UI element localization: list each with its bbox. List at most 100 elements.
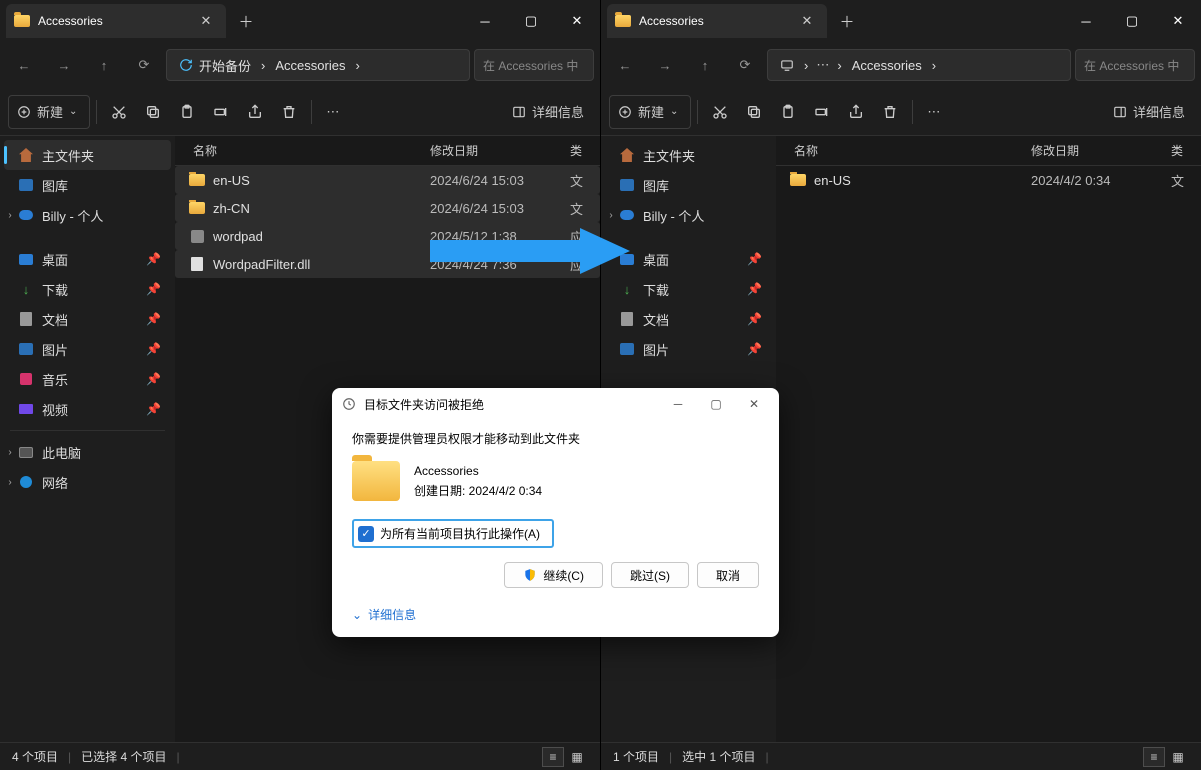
back-button[interactable]: ←	[6, 47, 42, 83]
table-row[interactable]: zh-CN 2024/6/24 15:03 文	[175, 194, 600, 222]
breadcrumb-backup[interactable]: 开始备份	[173, 54, 257, 77]
pc-icon	[18, 444, 34, 460]
up-button[interactable]: ↑	[687, 47, 723, 83]
forward-button[interactable]: →	[46, 47, 82, 83]
breadcrumb-pc[interactable]	[774, 57, 800, 73]
sidebar-item-home[interactable]: 主文件夹	[4, 140, 171, 170]
sidebar-item-onedrive[interactable]: ›Billy - 个人	[4, 200, 171, 230]
new-tab-button[interactable]: ＋	[837, 11, 857, 31]
file-name: wordpad	[213, 229, 263, 244]
maximize-button[interactable]: ▢	[508, 5, 554, 37]
view-grid-button[interactable]: ▦	[1167, 747, 1189, 767]
dialog-target: Accessories 创建日期: 2024/4/2 0:34	[352, 461, 759, 501]
table-row[interactable]: en-US 2024/6/24 15:03 文	[175, 166, 600, 194]
apply-all-label: 为所有当前项目执行此操作(A)	[380, 525, 540, 542]
col-type[interactable]: 类	[570, 142, 600, 159]
col-date[interactable]: 修改日期	[1031, 142, 1171, 159]
refresh-button[interactable]: ⟳	[126, 47, 162, 83]
back-button[interactable]: ←	[607, 47, 643, 83]
window-tab[interactable]: Accessories ✕	[607, 4, 827, 38]
expand-icon[interactable]: ›	[4, 477, 16, 488]
sidebar-item-onedrive[interactable]: ›Billy - 个人	[605, 200, 772, 230]
sidebar-item-home[interactable]: 主文件夹	[605, 140, 772, 170]
sidebar-item-documents[interactable]: 文档📌	[4, 304, 171, 334]
sidebar-item-network[interactable]: ›网络	[4, 467, 171, 497]
search-input[interactable]: 在 Accessories 中	[474, 49, 594, 81]
sidebar-item-desktop[interactable]: 桌面📌	[605, 244, 772, 274]
cut-button[interactable]	[103, 95, 135, 129]
share-button[interactable]	[239, 95, 271, 129]
close-button[interactable]: ✕	[554, 5, 600, 37]
table-row[interactable]: en-US 2024/4/2 0:34 文	[776, 166, 1201, 194]
sidebar-item-documents[interactable]: 文档📌	[605, 304, 772, 334]
view-grid-button[interactable]: ▦	[566, 747, 588, 767]
col-name[interactable]: 名称	[776, 142, 1031, 159]
view-details-button[interactable]: ≡	[542, 747, 564, 767]
sidebar-item-downloads[interactable]: ↓下载📌	[4, 274, 171, 304]
window-tab[interactable]: Accessories ✕	[6, 4, 226, 38]
copy-button[interactable]	[738, 95, 770, 129]
expand-icon[interactable]: ›	[4, 447, 16, 458]
new-tab-button[interactable]: ＋	[236, 11, 256, 31]
sidebar-item-desktop[interactable]: 桌面📌	[4, 244, 171, 274]
new-button[interactable]: 新建 ⌄	[609, 95, 691, 129]
sidebar-item-music[interactable]: 音乐📌	[4, 364, 171, 394]
col-name[interactable]: 名称	[175, 142, 430, 159]
up-button[interactable]: ↑	[86, 47, 122, 83]
breadcrumb-folder[interactable]: Accessories	[846, 56, 928, 75]
minimize-button[interactable]: ─	[462, 5, 508, 37]
rename-button[interactable]	[806, 95, 838, 129]
paste-button[interactable]	[772, 95, 804, 129]
table-row[interactable]: wordpad 2024/5/12 1:38 应	[175, 222, 600, 250]
sidebar-item-videos[interactable]: 视频📌	[4, 394, 171, 424]
close-tab-button[interactable]: ✕	[797, 11, 817, 31]
share-button[interactable]	[840, 95, 872, 129]
apply-all-checkbox[interactable]: ✓ 为所有当前项目执行此操作(A)	[352, 519, 554, 548]
breadcrumb[interactable]: › ⋯ › Accessories ›	[767, 49, 1071, 81]
col-type[interactable]: 类	[1171, 142, 1201, 159]
continue-button[interactable]: 继续(C)	[504, 562, 603, 588]
minimize-button[interactable]: ─	[1063, 5, 1109, 37]
cut-button[interactable]	[704, 95, 736, 129]
breadcrumb[interactable]: 开始备份 › Accessories ›	[166, 49, 470, 81]
target-date: 创建日期: 2024/4/2 0:34	[414, 482, 542, 499]
more-details-toggle[interactable]: ⌄ 详细信息	[352, 606, 759, 623]
breadcrumb-folder[interactable]: Accessories	[269, 56, 351, 75]
sidebar-item-pictures[interactable]: 图片📌	[4, 334, 171, 364]
refresh-button[interactable]: ⟳	[727, 47, 763, 83]
cancel-button[interactable]: 取消	[697, 562, 759, 588]
sidebar-item-pc[interactable]: › 此电脑	[4, 437, 171, 467]
details-pane-button[interactable]: 详细信息	[1105, 95, 1193, 129]
forward-button[interactable]: →	[647, 47, 683, 83]
sidebar-item-label: 此电脑	[42, 443, 81, 462]
continue-label: 继续(C)	[543, 567, 584, 584]
new-button[interactable]: 新建 ⌄	[8, 95, 90, 129]
close-button[interactable]: ✕	[1155, 5, 1201, 37]
more-button[interactable]: ⋯	[919, 95, 948, 129]
details-pane-button[interactable]: 详细信息	[504, 95, 592, 129]
copy-button[interactable]	[137, 95, 169, 129]
maximize-button[interactable]: ▢	[1109, 5, 1155, 37]
sidebar-item-downloads[interactable]: ↓下载📌	[605, 274, 772, 304]
sidebar-item-gallery[interactable]: 图库	[4, 170, 171, 200]
col-date[interactable]: 修改日期	[430, 142, 570, 159]
close-tab-button[interactable]: ✕	[196, 11, 216, 31]
delete-button[interactable]	[273, 95, 305, 129]
rename-button[interactable]	[205, 95, 237, 129]
breadcrumb-label: Accessories	[852, 58, 922, 73]
sidebar-item-pictures[interactable]: 图片📌	[605, 334, 772, 364]
paste-button[interactable]	[171, 95, 203, 129]
delete-button[interactable]	[874, 95, 906, 129]
more-button[interactable]: ⋯	[318, 95, 347, 129]
dialog-close-button[interactable]: ✕	[739, 392, 769, 416]
table-row[interactable]: WordpadFilter.dll 2024/4/24 7:36 应	[175, 250, 600, 278]
sidebar-item-gallery[interactable]: 图库	[605, 170, 772, 200]
dialog-maximize-button[interactable]: ▢	[701, 392, 731, 416]
search-input[interactable]: 在 Accessories 中	[1075, 49, 1195, 81]
expand-icon[interactable]: ›	[605, 210, 617, 221]
skip-button[interactable]: 跳过(S)	[611, 562, 689, 588]
expand-icon[interactable]: ›	[4, 210, 16, 221]
view-details-button[interactable]: ≡	[1143, 747, 1165, 767]
dialog-minimize-button[interactable]: ─	[663, 392, 693, 416]
breadcrumb-overflow[interactable]: ⋯	[812, 57, 833, 73]
